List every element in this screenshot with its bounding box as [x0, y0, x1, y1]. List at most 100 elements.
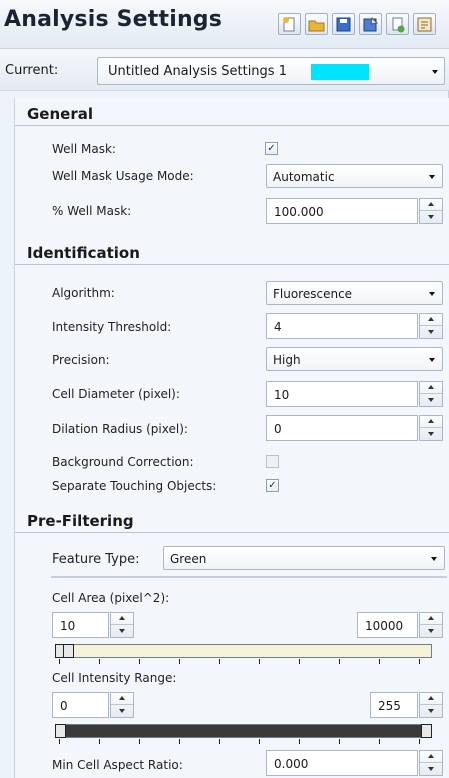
separate-objects-label: Separate Touching Objects: [52, 479, 217, 493]
slider-tick [139, 739, 140, 744]
spin-down-icon[interactable] [111, 625, 133, 637]
section-general-heading: General [15, 102, 449, 126]
dilation-spinner[interactable] [419, 415, 443, 441]
current-settings-dropdown[interactable]: Untitled Analysis Settings 1 [97, 57, 445, 85]
spin-down-icon[interactable] [420, 705, 442, 717]
chevron-down-icon [429, 292, 435, 296]
spin-down-icon[interactable] [420, 428, 442, 440]
well-mask-checkbox[interactable]: ✓ [265, 142, 278, 155]
dilation-input[interactable]: 0 [266, 415, 418, 441]
cell-area-min-spinner[interactable] [110, 612, 134, 638]
intensity-range-slider[interactable] [55, 724, 432, 738]
cell-diameter-input[interactable]: 10 [266, 381, 418, 407]
intensity-min-value: 0 [60, 699, 68, 713]
slider-tick [179, 739, 180, 744]
analysis-settings-panel: Analysis Settings Current: Untitled Anal… [0, 0, 449, 778]
slider-tick [259, 739, 260, 744]
save-icon [336, 17, 351, 31]
threshold-input[interactable]: 4 [266, 313, 418, 339]
slider-tick [219, 739, 220, 744]
cell-area-min-input[interactable]: 10 [52, 612, 109, 638]
intensity-min-thumb[interactable] [55, 724, 66, 738]
spin-down-icon[interactable] [420, 625, 442, 637]
threshold-spinner[interactable] [419, 313, 443, 339]
spin-up-icon[interactable] [420, 693, 442, 705]
intensity-max-spinner[interactable] [419, 692, 443, 718]
spin-down-icon[interactable] [420, 211, 442, 223]
open-folder-icon [308, 20, 325, 31]
save-button[interactable] [332, 13, 355, 35]
slider-tick [59, 739, 60, 744]
spin-up-icon[interactable] [420, 199, 442, 211]
spin-up-icon[interactable] [111, 693, 133, 705]
algorithm-label: Algorithm: [52, 286, 115, 300]
percent-mask-input[interactable]: 100.000 [266, 198, 418, 224]
slider-tick [179, 659, 180, 664]
toolbar [278, 13, 436, 35]
cell-area-max-input[interactable]: 10000 [357, 612, 418, 638]
usage-mode-label: Well Mask Usage Mode: [52, 169, 194, 183]
intensity-min-spinner[interactable] [110, 692, 134, 718]
spin-down-icon[interactable] [420, 763, 442, 775]
cell-diameter-value: 10 [274, 388, 290, 402]
save-as-button[interactable] [359, 13, 382, 35]
new-button[interactable] [278, 13, 301, 35]
intensity-max-value: 255 [378, 699, 401, 713]
open-button[interactable] [305, 13, 328, 35]
slider-tick [99, 659, 100, 664]
algorithm-dropdown[interactable]: Fluorescence [266, 281, 443, 305]
slider-tick [219, 659, 220, 664]
chevron-down-icon [429, 358, 435, 362]
usage-mode-dropdown[interactable]: Automatic [266, 164, 443, 188]
spin-down-icon[interactable] [111, 705, 133, 717]
spin-up-icon[interactable] [111, 613, 133, 625]
well-mask-label: Well Mask: [52, 142, 116, 156]
chevron-down-icon [431, 557, 437, 561]
slider-tick [59, 659, 60, 664]
cell-diameter-spinner[interactable] [419, 381, 443, 407]
background-correction-label: Background Correction: [52, 455, 194, 469]
slider-tick [419, 659, 420, 664]
spin-down-icon[interactable] [420, 394, 442, 406]
cell-area-max-spinner[interactable] [419, 612, 443, 638]
feature-type-label: Feature Type: [52, 552, 140, 567]
aspect-ratio-input[interactable]: 0.000 [266, 750, 418, 776]
percent-mask-label: % Well Mask: [52, 204, 132, 218]
background-correction-checkbox[interactable] [266, 455, 279, 468]
slider-tick [379, 659, 380, 664]
dilation-value: 0 [274, 422, 282, 436]
cell-area-min-value: 10 [60, 619, 76, 633]
cell-area-max-thumb[interactable] [63, 644, 74, 658]
save-as-icon [363, 16, 379, 31]
intensity-max-thumb[interactable] [421, 724, 432, 738]
aspect-ratio-spinner[interactable] [419, 750, 443, 776]
feature-type-dropdown[interactable]: Green [163, 546, 445, 570]
precision-dropdown[interactable]: High [266, 347, 443, 371]
spin-up-icon[interactable] [420, 382, 442, 394]
copy-button[interactable] [386, 13, 409, 35]
new-icon [283, 16, 295, 31]
slider-tick [339, 659, 340, 664]
cell-area-slider-ticks [59, 659, 439, 665]
slider-tick [299, 659, 300, 664]
section-prefiltering-heading: Pre-Filtering [15, 509, 449, 533]
spin-up-icon[interactable] [420, 751, 442, 763]
algorithm-value: Fluorescence [273, 287, 353, 301]
slider-tick [379, 739, 380, 744]
spin-up-icon[interactable] [420, 416, 442, 428]
percent-mask-spinner[interactable] [419, 198, 443, 224]
intensity-max-input[interactable]: 255 [370, 692, 418, 718]
spin-up-icon[interactable] [420, 314, 442, 326]
percent-mask-value: 100.000 [274, 205, 324, 219]
spin-down-icon[interactable] [420, 326, 442, 338]
export-button[interactable] [413, 13, 436, 35]
title-bar: Analysis Settings [0, 0, 449, 48]
cell-area-range-slider[interactable] [55, 644, 432, 658]
intensity-slider-ticks [59, 739, 439, 745]
separate-objects-checkbox[interactable]: ✓ [266, 479, 279, 492]
usage-mode-value: Automatic [273, 170, 335, 184]
intensity-min-input[interactable]: 0 [52, 692, 109, 718]
settings-content: General Well Mask: ✓ Well Mask Usage Mod… [14, 98, 449, 778]
precision-label: Precision: [52, 353, 110, 367]
spin-up-icon[interactable] [420, 613, 442, 625]
